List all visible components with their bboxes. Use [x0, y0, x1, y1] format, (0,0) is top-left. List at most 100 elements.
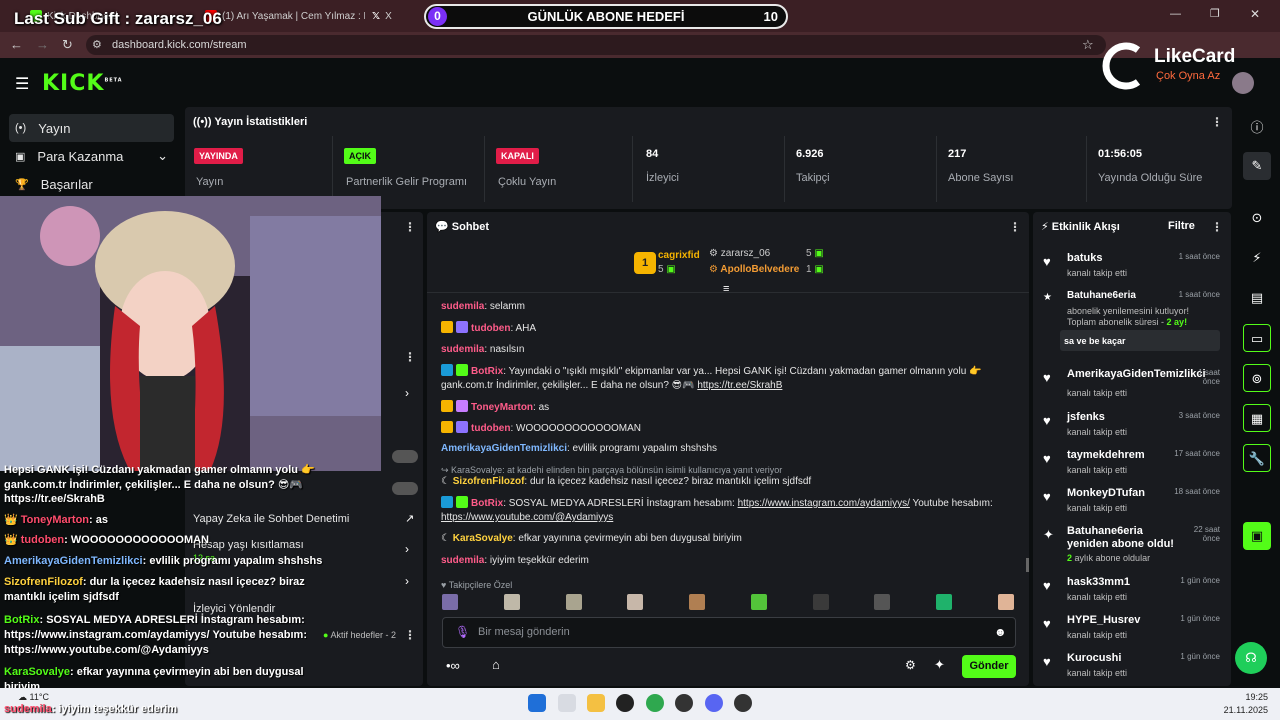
gifter-count: 1 ▣ [806, 264, 824, 275]
wrench-icon[interactable]: 🔧 [1243, 444, 1271, 472]
x-favicon-icon: 𝕏 [372, 10, 381, 22]
emote-icon[interactable] [627, 594, 644, 610]
emote-icon[interactable] [936, 594, 953, 610]
emote-icon[interactable] [503, 594, 520, 610]
app-icon[interactable] [675, 694, 693, 712]
bookmark-star-icon[interactable]: ☆ [1082, 37, 1094, 53]
emote-icon[interactable] [565, 594, 582, 610]
chat-message: ☾ SizofrenFilozof: dur la içecez kadehsi… [441, 476, 812, 487]
bot-badge-icon [441, 364, 453, 376]
sidebar-item-yayin[interactable]: (•) Yayın [9, 114, 174, 142]
back-icon[interactable]: ← [10, 37, 23, 52]
chat-scrollbar[interactable] [1026, 558, 1029, 572]
filter-button[interactable]: Filtre [1168, 220, 1195, 232]
stat-sure: 01:56:05 Yayında Olduğu Süre [1098, 148, 1203, 184]
kick-logo[interactable]: KICKBETA [42, 71, 123, 96]
broadcast-icon[interactable]: ⊚ [1243, 364, 1271, 392]
bolt-icon[interactable]: ⚡ [1243, 244, 1271, 272]
camera-focus-icon[interactable]: ⊙ [1243, 204, 1271, 232]
url-input[interactable]: dashboard.kick.com/stream [86, 35, 1106, 55]
hamburger-menu-icon[interactable]: ☰ [15, 74, 29, 94]
followers-only-label: ♥ Takipçilere Özel [441, 580, 513, 590]
sidebar-item-basarilar[interactable]: 🏆 Başarılar [9, 170, 174, 198]
sparkle-icon: ✦ [1043, 527, 1054, 542]
tab-youtube[interactable]: (1) Arı Yaşamak | Cem Yılmaz : Du [205, 6, 365, 26]
chat-bubble-icon: 💬 [435, 221, 452, 233]
obs-icon[interactable] [616, 694, 634, 712]
active-goals-label[interactable]: ● Aktif hedefler - 2 [323, 630, 396, 640]
clock-date[interactable]: 21.11.2025 [1214, 705, 1268, 715]
edit-icon[interactable]: ✎ [1243, 152, 1271, 180]
chrome-icon[interactable] [646, 694, 664, 712]
chat-link[interactable]: https://www.instagram.com/aydamiyys/ [738, 498, 910, 509]
discord-icon[interactable] [705, 694, 723, 712]
file-explorer-icon[interactable] [587, 694, 605, 712]
emote-icon[interactable] [750, 594, 767, 610]
expand-icon[interactable]: ≡ [723, 283, 729, 295]
bolt-icon: ⚡ [1041, 221, 1052, 233]
gifter-name[interactable]: ⚙ ApolloBelvedere [709, 264, 799, 275]
send-button[interactable]: Gönder [962, 655, 1016, 678]
support-headset-icon[interactable]: ☊ [1235, 642, 1267, 674]
chat-link[interactable]: https://www.youtube.com/@Aydamiyys [441, 512, 613, 523]
app-icon[interactable]: ▣ [1243, 522, 1271, 550]
document-icon[interactable]: ▤ [1243, 284, 1271, 312]
maximize-button[interactable]: ❐ [1210, 7, 1220, 20]
site-info-icon[interactable]: ⚙ [92, 38, 102, 51]
sidebar-item-para-kazanma[interactable]: ▣ Para Kazanma ⌄ [9, 142, 174, 170]
rank-badge: 1 [634, 252, 656, 274]
activity-menu-icon[interactable]: ⋮ [1211, 220, 1223, 234]
tab-x[interactable]: 𝕏 X [372, 6, 412, 26]
chat-input[interactable]: 🎙 Bir mesaj gönderin ☻ [442, 617, 1016, 648]
settings-gear-icon[interactable]: ⚙ [905, 658, 916, 672]
close-window-button[interactable]: ✕ [1250, 7, 1260, 21]
chevron-right-icon[interactable]: › [405, 574, 409, 588]
stats-menu-icon[interactable]: ⋮ [1211, 115, 1223, 129]
verified-badge-icon [456, 496, 468, 508]
money-icon: ▣ [15, 150, 26, 163]
minimize-button[interactable]: — [1170, 8, 1181, 20]
ai-moderation-label: Yapay Zeka ile Sohbet Denetimi [193, 513, 350, 525]
external-link-icon[interactable]: ↗ [405, 512, 414, 525]
top-gifter-name[interactable]: cagrixfid [658, 250, 700, 261]
app-icon[interactable] [734, 694, 752, 712]
chat-link[interactable]: https://tr.ee/SkrahB [697, 380, 782, 391]
chevron-down-icon: ⌄ [157, 148, 168, 163]
goal-title: GÜNLÜK ABONE HEDEFİ [527, 9, 685, 24]
panel-menu-icon[interactable]: ⋮ [404, 628, 416, 642]
store-icon[interactable]: ⌂ [492, 657, 500, 672]
toggle-switch[interactable] [392, 450, 418, 463]
crown-icon [441, 400, 453, 412]
sub-badge-icon [456, 321, 468, 333]
forward-icon[interactable]: → [36, 37, 49, 52]
panel-menu-icon[interactable]: ⋮ [404, 220, 416, 234]
emote-picker-icon[interactable]: ✦ [934, 657, 945, 673]
moon-badge-icon: ☾ [441, 533, 453, 544]
emote-icon[interactable] [442, 594, 458, 610]
avatar[interactable] [1232, 72, 1254, 94]
emote-icon[interactable] [874, 594, 891, 610]
windows-start-icon[interactable] [528, 694, 546, 712]
activity-title: ⚡ Etkinlik Akışı [1041, 221, 1120, 233]
stat-yayin: YAYINDA Yayın [185, 136, 333, 202]
emote-icon[interactable] [812, 594, 829, 610]
emoji-icon[interactable]: ☻ [994, 625, 1007, 639]
chevron-right-icon[interactable]: › [405, 542, 409, 556]
layout-icon[interactable]: ▦ [1243, 404, 1271, 432]
gifter-name[interactable]: ⚙ zararsz_06 [709, 248, 770, 259]
heart-icon: ♥ [1043, 654, 1051, 669]
emote-icon[interactable] [997, 594, 1014, 610]
chat-menu-icon[interactable]: ⋮ [1009, 220, 1021, 234]
toggle-switch[interactable] [392, 482, 418, 495]
chat-bubble-icon[interactable]: ▭ [1243, 324, 1271, 352]
weather-icon: ☁ [18, 692, 30, 702]
microphone-icon[interactable]: 🎙 [455, 625, 470, 639]
clock-time[interactable]: 19:25 [1214, 692, 1268, 702]
emote-icon[interactable] [689, 594, 706, 610]
panel-menu-icon[interactable]: ⋮ [404, 350, 416, 364]
search-icon[interactable] [558, 694, 576, 712]
info-icon[interactable]: ⓘ [1243, 114, 1271, 142]
points-icon[interactable]: •∞ [446, 658, 460, 673]
reload-icon[interactable]: ↻ [62, 37, 73, 53]
chevron-right-icon[interactable]: › [405, 386, 409, 400]
